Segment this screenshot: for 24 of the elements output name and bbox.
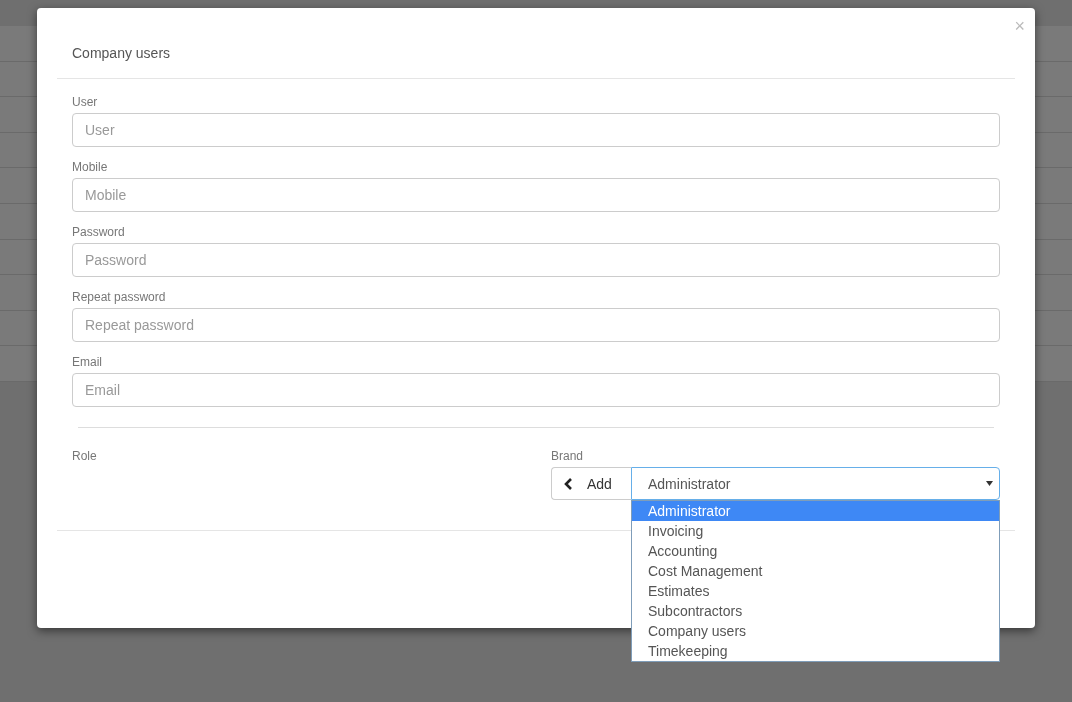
caret-icon xyxy=(986,481,993,486)
input-field[interactable]: Password xyxy=(72,243,1000,277)
dropdown-option[interactable]: Subcontractors xyxy=(632,601,999,621)
input-field[interactable]: Email xyxy=(72,373,1000,407)
field-label: Role xyxy=(72,449,98,463)
dropdown-option[interactable]: Invoicing xyxy=(632,521,999,541)
dropdown-option[interactable]: Cost Management xyxy=(632,561,999,581)
field-label: Email xyxy=(72,355,103,369)
input-field[interactable]: User xyxy=(72,113,1000,147)
input-field[interactable]: Mobile xyxy=(72,178,1000,212)
field-label: Brand xyxy=(551,449,585,463)
add-button[interactable]: Add xyxy=(551,467,631,500)
dropdown-option[interactable]: Company users xyxy=(632,621,999,641)
dropdown-option[interactable]: Accounting xyxy=(632,541,999,561)
input-field[interactable]: Repeat password xyxy=(72,308,1000,342)
field-label: Mobile xyxy=(72,160,109,174)
dialog-title: Company users xyxy=(72,45,171,61)
field-label: Repeat password xyxy=(72,290,167,304)
brand-select[interactable]: Administrator xyxy=(631,467,1000,500)
dropdown-option[interactable]: Estimates xyxy=(632,581,999,601)
dropdown-option[interactable]: Timekeeping xyxy=(632,641,999,661)
field-label: User xyxy=(72,95,99,109)
chevron-left-icon xyxy=(564,477,573,490)
field-label: Password xyxy=(72,225,126,239)
